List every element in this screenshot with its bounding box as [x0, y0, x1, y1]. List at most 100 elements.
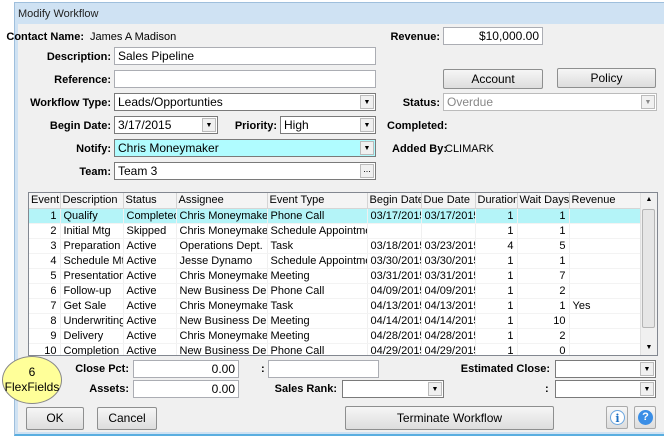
- team-value: Team 3: [118, 164, 158, 178]
- scrollbar-thumb[interactable]: [642, 209, 655, 328]
- column-header[interactable]: Begin Date: [367, 193, 422, 209]
- team-input[interactable]: Team 3...: [114, 162, 376, 180]
- sales-rank-label: Sales Rank:: [274, 383, 337, 395]
- chevron-down-icon[interactable]: ▼: [640, 362, 654, 376]
- table-cell: Meeting: [267, 268, 368, 284]
- column-header[interactable]: Duration: [475, 193, 518, 209]
- help-button[interactable]: ?: [634, 406, 656, 429]
- table-cell: Delivery: [60, 328, 124, 344]
- table-row[interactable]: 5 Presentation Active Chris Moneymaker Meeti…: [29, 268, 642, 284]
- table-cell: 1: [517, 253, 570, 269]
- browse-button[interactable]: ...: [360, 164, 374, 178]
- chevron-down-icon[interactable]: ▼: [360, 118, 374, 132]
- policy-button[interactable]: Policy: [557, 68, 656, 88]
- table-cell: Completion: [60, 343, 124, 355]
- scroll-down-icon[interactable]: ▼: [641, 341, 657, 355]
- table-row[interactable]: 7 Get Sale Active Chris Moneymaker Task 04/13…: [29, 298, 642, 314]
- chevron-down-icon[interactable]: ▼: [360, 95, 374, 109]
- notify-label: Notify:: [76, 143, 111, 155]
- table-row[interactable]: 2 Initial Mtg Skipped Chris Moneymaker Sched…: [29, 223, 642, 239]
- column-header[interactable]: Wait Days: [517, 193, 570, 209]
- table-cell: Chris Moneymaker: [176, 268, 268, 284]
- table-cell: 1: [475, 343, 518, 355]
- flex-field-2-select[interactable]: ▼: [555, 380, 656, 398]
- table-cell: New Business Dept.: [176, 343, 268, 355]
- table-cell: Task: [267, 238, 368, 254]
- table-cell: 1: [517, 298, 570, 314]
- close-pct-input[interactable]: 0.00: [133, 360, 239, 378]
- table-cell: 2: [29, 223, 61, 239]
- table-cell: Task: [267, 298, 368, 314]
- notify-select[interactable]: Chris Moneymaker ▼: [114, 139, 376, 157]
- table-cell: 1: [475, 253, 518, 269]
- assets-input[interactable]: 0.00: [133, 380, 239, 398]
- table-row[interactable]: 1 Qualify Completed Chris Moneymaker Phone C…: [29, 208, 642, 224]
- status-label: Status:: [402, 97, 440, 109]
- revenue-input[interactable]: $10,000.00: [443, 27, 543, 45]
- estimated-close-select[interactable]: ▼: [555, 360, 656, 378]
- workflow-type-select[interactable]: Leads/Opportunties ▼: [114, 93, 376, 111]
- chevron-down-icon[interactable]: ▼: [640, 382, 654, 396]
- estimated-close-label: Estimated Close:: [460, 363, 550, 375]
- account-button[interactable]: Account: [443, 69, 543, 89]
- column-header[interactable]: Event Type: [267, 193, 368, 209]
- column-header[interactable]: Due Date: [421, 193, 476, 209]
- table-cell: 1: [475, 208, 518, 224]
- column-header[interactable]: Status: [123, 193, 177, 209]
- table-cell: 03/31/2015: [421, 268, 476, 284]
- column-header[interactable]: Description: [60, 193, 124, 209]
- table-cell: 3: [29, 238, 61, 254]
- table-row[interactable]: 9 Delivery Active Chris Moneymaker Meeting 04…: [29, 328, 642, 344]
- table-row[interactable]: 3 Preparation Active Operations Dept. Task 03…: [29, 238, 642, 254]
- table-cell: Skipped: [123, 223, 177, 239]
- ok-button[interactable]: OK: [26, 407, 84, 430]
- table-cell: [569, 238, 642, 254]
- callout-count: 6: [28, 365, 36, 379]
- table-cell: Operations Dept.: [176, 238, 268, 254]
- column-header[interactable]: Assignee: [176, 193, 268, 209]
- description-input[interactable]: Sales Pipeline: [114, 47, 376, 65]
- terminate-workflow-button[interactable]: Terminate Workflow: [345, 406, 554, 430]
- added-by-label: Added By:: [392, 143, 447, 155]
- flexfields-callout: 6 FlexFields: [2, 356, 62, 404]
- table-cell: 9: [29, 328, 61, 344]
- begin-date-picker[interactable]: 3/17/2015 ▼: [114, 116, 218, 134]
- flex-field-1-input[interactable]: [268, 360, 379, 378]
- begin-date-label: Begin Date:: [49, 120, 111, 132]
- reference-input[interactable]: [114, 70, 376, 88]
- priority-value: High: [284, 118, 309, 132]
- table-cell: 04/28/2015: [421, 328, 476, 344]
- window-title: Modify Workflow: [18, 8, 99, 20]
- table-cell: Meeting: [267, 328, 368, 344]
- info-button[interactable]: i: [606, 406, 628, 429]
- table-cell: 1: [29, 208, 61, 224]
- scroll-up-icon[interactable]: ▲: [641, 193, 657, 207]
- status-select: Overdue ▼: [443, 93, 657, 111]
- table-cell: Qualify: [60, 208, 124, 224]
- table-cell: Phone Call: [267, 208, 368, 224]
- column-header[interactable]: Event: [29, 193, 61, 209]
- sales-rank-select[interactable]: ▼: [342, 380, 444, 398]
- calendar-dropdown-icon[interactable]: ▼: [202, 118, 216, 132]
- table-cell: 03/23/2015: [421, 238, 476, 254]
- flex-field-2-label: :: [545, 383, 549, 395]
- table-cell: Schedule Appointment: [267, 223, 368, 239]
- table-cell: Active: [123, 343, 177, 355]
- priority-select[interactable]: High ▼: [280, 116, 376, 134]
- table-cell: Follow-up: [60, 283, 124, 299]
- table-cell: 04/13/2015: [421, 298, 476, 314]
- table-cell: 1: [517, 223, 570, 239]
- chevron-down-icon[interactable]: ▼: [360, 141, 374, 155]
- table-row[interactable]: 10CompletionActiveNew Business Dept.Phon…: [29, 343, 642, 355]
- table-row[interactable]: 4Schedule MtgActiveJesse DynamoSchedule …: [29, 253, 642, 269]
- chevron-down-icon[interactable]: ▼: [428, 382, 442, 396]
- table-cell: [569, 223, 642, 239]
- table-cell: Schedule Appointment: [267, 253, 368, 269]
- cancel-button[interactable]: Cancel: [97, 407, 157, 430]
- table-row[interactable]: 8UnderwritingActiveNew Business Dept.Mee…: [29, 313, 642, 329]
- table-row[interactable]: 6Follow-upActiveNew Business Dept.Phone …: [29, 283, 642, 299]
- completed-label: Completed:: [387, 120, 448, 132]
- column-header[interactable]: Revenue: [569, 193, 642, 209]
- description-label: Description:: [46, 51, 111, 63]
- table-cell: 4: [475, 238, 518, 254]
